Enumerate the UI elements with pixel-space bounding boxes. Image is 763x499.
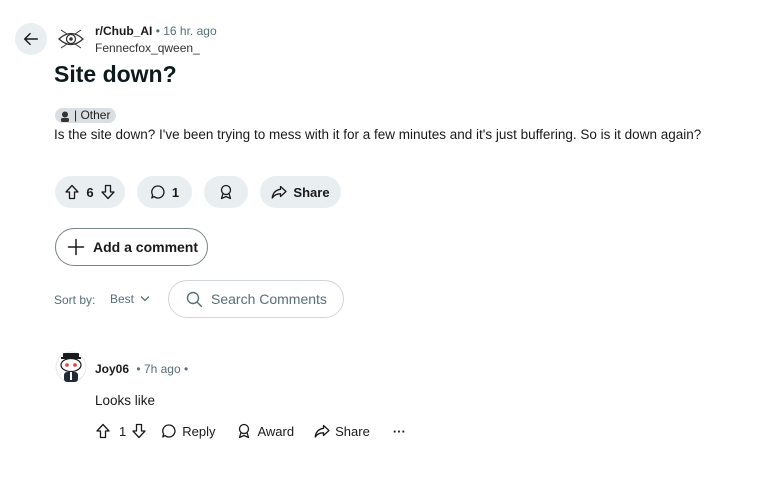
share-icon (314, 424, 330, 438)
post-meta-line: r/Chub_AI • 16 hr. ago (95, 24, 217, 38)
upvote-icon[interactable] (95, 423, 111, 439)
comment-share-button[interactable]: Share (314, 423, 370, 439)
subreddit-link[interactable]: r/Chub_AI (95, 24, 152, 38)
share-label: Share (293, 184, 330, 200)
sort-dropdown[interactable]: Best (110, 292, 150, 306)
comment-author[interactable]: Joy06 (95, 362, 129, 376)
add-comment-button[interactable]: Add a comment (55, 228, 208, 266)
sort-label: Sort by: (54, 293, 96, 307)
comment-meta: Joy06 • 7h ago • (95, 362, 188, 376)
snoo-avatar-icon (55, 351, 87, 383)
avatar[interactable] (55, 350, 87, 383)
share-icon (271, 185, 288, 199)
search-icon (186, 291, 203, 307)
award-button[interactable] (204, 176, 248, 208)
back-button[interactable] (15, 23, 47, 55)
meta-separator: • (155, 24, 160, 38)
award-label: Award (257, 423, 295, 439)
comment-award-button[interactable]: Award (236, 423, 294, 439)
upvote-icon[interactable] (64, 184, 80, 200)
flair-label: | Other (74, 108, 111, 122)
flair-avatar-icon (61, 111, 69, 122)
back-arrow-icon (23, 32, 39, 46)
comment-icon (162, 424, 176, 438)
post-vote-count: 6 (86, 184, 94, 200)
subreddit-eye-icon (58, 29, 84, 49)
chevron-down-icon (140, 296, 150, 302)
comment-vote-count: 1 (119, 423, 127, 439)
more-options-button[interactable]: ··· (393, 424, 406, 439)
downvote-icon[interactable] (100, 184, 116, 200)
post-time: 16 hr. ago (163, 24, 217, 38)
subreddit-icon[interactable] (57, 25, 85, 53)
post-author[interactable]: Fennecfox_qween_ (95, 41, 200, 55)
award-icon (220, 184, 232, 200)
post-flair[interactable]: | Other (55, 108, 117, 123)
reply-label: Reply (182, 423, 216, 439)
search-comments-box[interactable] (168, 280, 344, 318)
add-comment-label: Add a comment (93, 239, 199, 255)
post-vote-bar: 6 (55, 176, 125, 208)
comment-time: • 7h ago • (136, 362, 189, 376)
comment-icon (151, 185, 165, 199)
search-comments-input[interactable] (211, 291, 331, 307)
downvote-icon[interactable] (131, 423, 147, 439)
plus-icon (67, 238, 85, 256)
post-body: Is the site down? I've been trying to me… (54, 127, 702, 142)
sort-value: Best (110, 292, 135, 306)
comment-body: Looks like (95, 393, 156, 408)
reply-button[interactable]: Reply (161, 423, 215, 439)
post-title: Site down? (54, 61, 177, 87)
comment-actions: 1 Reply Award Share ··· (95, 421, 406, 441)
comment-count: 1 (171, 184, 180, 200)
award-icon (239, 423, 250, 439)
share-button[interactable]: Share (260, 176, 341, 208)
comments-button[interactable]: 1 (137, 176, 192, 208)
comment-share-label: Share (335, 423, 370, 439)
